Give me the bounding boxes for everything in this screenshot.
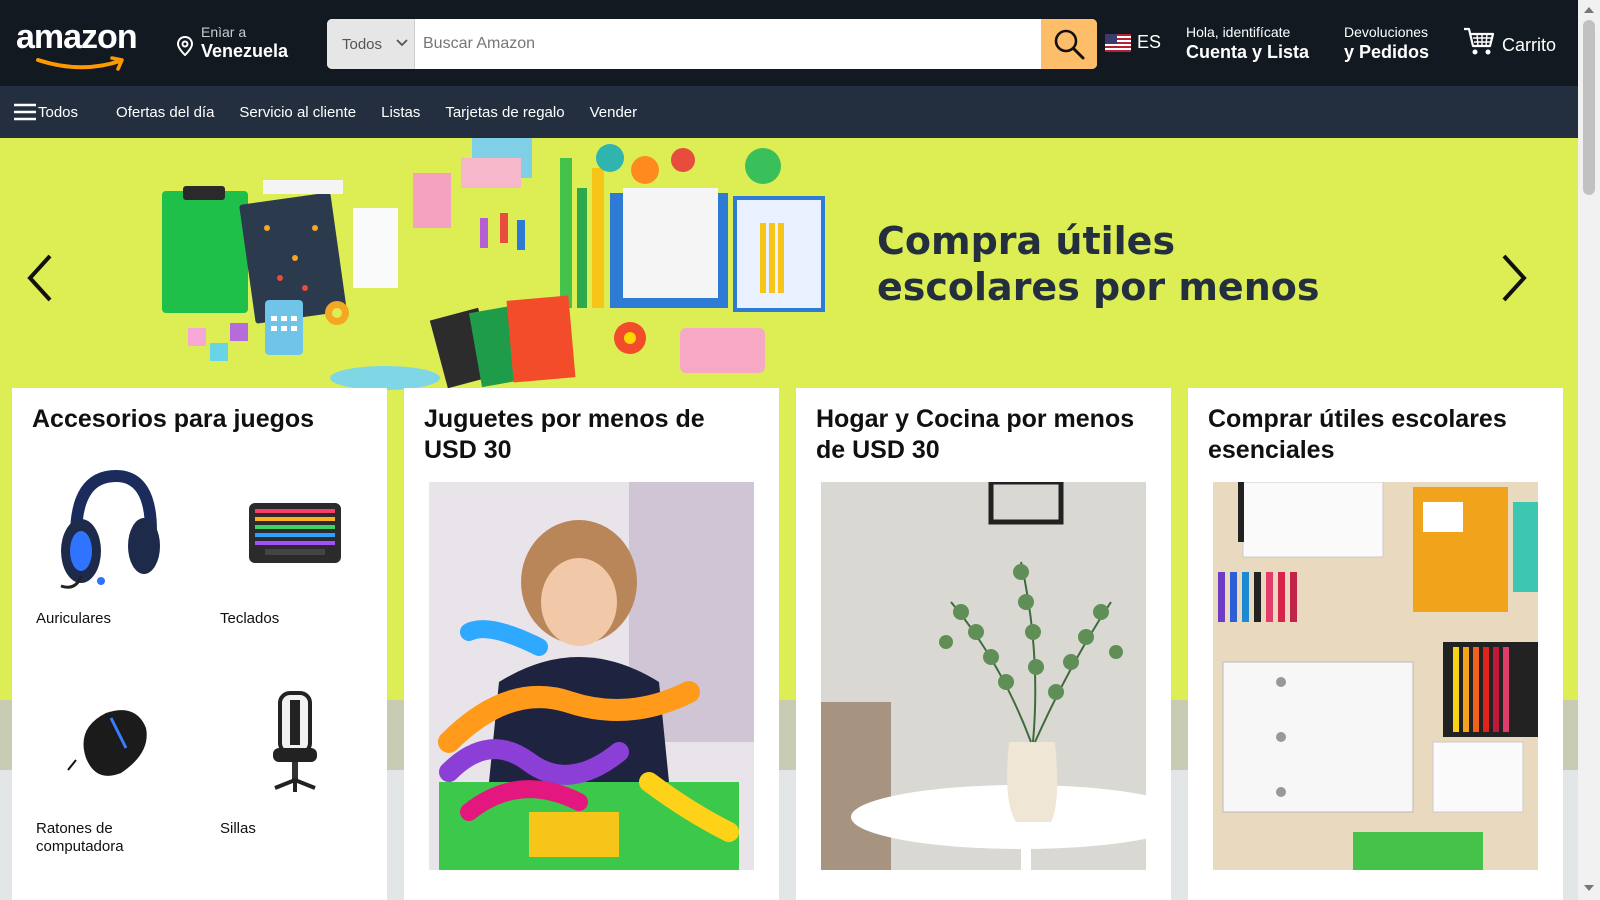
chevron-left-icon [27, 254, 52, 302]
hero-headline-line2: escolares por menos [877, 265, 1320, 309]
card-title[interactable]: Hogar y Cocina por menos de USD 30 [816, 404, 1151, 466]
returns-and-orders[interactable]: Devoluciones y Pedidos [1344, 24, 1429, 63]
chevron-down-icon [396, 39, 408, 47]
search-icon [1054, 29, 1085, 60]
nav-link-sell[interactable]: Vender [590, 104, 638, 121]
quad-item-keyboards[interactable]: Teclados [220, 458, 370, 628]
search-category-label: Todos [342, 35, 383, 53]
toys-image[interactable] [429, 482, 754, 870]
language-code: ES [1137, 32, 1162, 52]
scrollbar-thumb[interactable] [1583, 20, 1595, 195]
carousel-prev-button[interactable] [20, 248, 60, 308]
quad-item-mice[interactable]: Ratones de computadora [36, 668, 186, 856]
card-gaming-accessories: Accesorios para juegos Auriculares Tecla… [12, 388, 387, 900]
page-scrollbar[interactable] [1578, 0, 1600, 900]
card-title[interactable]: Comprar útiles escolares esenciales [1208, 404, 1543, 466]
school-supplies-card-image[interactable] [1213, 482, 1538, 870]
search-bar: Todos [327, 19, 1097, 69]
cart-label: Carrito [1502, 35, 1557, 55]
scroll-up-arrow-icon[interactable] [1584, 6, 1594, 14]
home-kitchen-image[interactable] [821, 482, 1146, 870]
hero-headline[interactable]: Compra útiles escolares por menos [877, 218, 1337, 310]
quad-item-label: Ratones de computadora [36, 820, 124, 855]
top-navbar: amazon Enìar a Venezuela Todos Buscar Am… [0, 0, 1578, 86]
headset-icon [36, 458, 186, 608]
account-greeting: Hola, identifícate [1186, 24, 1291, 40]
search-button[interactable] [1041, 19, 1097, 69]
account-and-lists[interactable]: Hola, identifícate Cuenta y Lista [1186, 24, 1309, 63]
card-toys-under-30: Juguetes por menos de USD 30 [404, 388, 779, 900]
hero-headline-line1: Compra útiles [877, 219, 1176, 263]
search-category-select[interactable]: Todos [327, 19, 415, 69]
keyboard-icon [220, 458, 370, 608]
nav-link-gift-cards[interactable]: Tarjetas de regalo [445, 104, 564, 121]
card-title[interactable]: Juguetes por menos de USD 30 [424, 404, 759, 466]
card-title[interactable]: Accesorios para juegos [32, 404, 367, 435]
school-supplies-image [162, 138, 825, 390]
account-label: Cuenta y Lista [1186, 42, 1310, 62]
quad-item-headphones[interactable]: Auriculares [36, 458, 186, 628]
cart-button[interactable]: Carrito [1462, 24, 1556, 58]
card-school-supplies: Comprar útiles escolares esenciales [1188, 388, 1563, 900]
quad-item-chairs[interactable]: Sillas [220, 668, 370, 838]
quad-item-label: Teclados [220, 610, 280, 627]
smile-arrow-icon [36, 56, 124, 71]
nav-link-deals[interactable]: Ofertas del día [116, 104, 214, 121]
nav-link-customer-service[interactable]: Servicio al cliente [239, 104, 356, 121]
us-flag-icon [1105, 33, 1131, 52]
chevron-right-icon [1502, 254, 1527, 302]
chair-icon [220, 668, 370, 818]
carousel-next-button[interactable] [1494, 248, 1534, 308]
nav-link-lists[interactable]: Listas [381, 104, 420, 121]
search-input[interactable] [415, 19, 1037, 69]
all-menu-label: Todos [38, 103, 79, 121]
orders-label: y Pedidos [1344, 42, 1430, 62]
logo-text: amazon [16, 18, 138, 56]
amazon-logo[interactable]: amazon [16, 18, 151, 71]
scroll-down-arrow-icon[interactable] [1584, 884, 1594, 892]
quad-item-label: Sillas [220, 820, 256, 837]
quad-item-label: Auriculares [36, 610, 112, 627]
all-menu-button[interactable]: Todos [14, 103, 78, 121]
deliver-country: Venezuela [201, 41, 289, 61]
secondary-navbar: Todos Ofertas del día Servicio al client… [0, 86, 1578, 138]
mouse-icon [36, 668, 186, 818]
cart-icon [1464, 27, 1495, 55]
location-pin-icon [176, 36, 194, 56]
returns-label: Devoluciones [1344, 24, 1429, 40]
card-home-kitchen-under-30: Hogar y Cocina por menos de USD 30 [796, 388, 1171, 900]
language-selector[interactable]: ES [1105, 32, 1161, 53]
hamburger-menu-icon [14, 103, 36, 121]
deliver-label: Enìar a [201, 24, 247, 40]
